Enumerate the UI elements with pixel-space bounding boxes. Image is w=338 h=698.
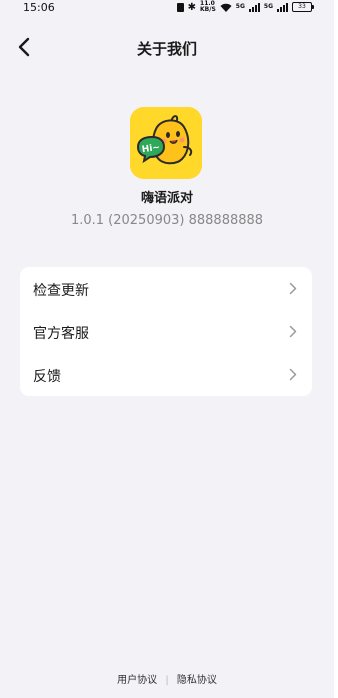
menu-item-label: 检查更新	[33, 283, 89, 299]
page-title: 关于我们	[136, 40, 197, 58]
about-us-screen: 15:06 ✱ 11.0 KB/S 5G 5G 33 关于我们 Hi~ 嗨语派对…	[0, 0, 334, 698]
status-icons: ✱ 11.0 KB/S 5G 5G 33	[176, 1, 314, 13]
wifi-icon	[220, 3, 232, 12]
signal-icon-2	[277, 2, 288, 12]
app-version: 1.0.1 (20250903) 888888888	[70, 213, 264, 228]
vibrate-icon	[176, 2, 184, 12]
privacy-policy-link[interactable]: 隐私协议	[177, 675, 217, 686]
footer-divider: |	[165, 675, 169, 686]
menu-item-label: 官方客服	[33, 326, 89, 342]
chevron-right-icon	[289, 368, 297, 381]
signal-label-2: 5G	[263, 3, 273, 10]
footer-links: 用户协议 | 隐私协议	[0, 671, 334, 686]
menu-item-check-update[interactable]: 检查更新	[20, 267, 312, 310]
status-time: 15:06	[23, 1, 55, 14]
network-speed-unit: KB/S	[200, 6, 216, 13]
settings-menu: 检查更新 官方客服 反馈	[20, 267, 312, 396]
battery-level: 33	[298, 3, 306, 10]
status-bar: 15:06 ✱ 11.0 KB/S 5G 5G 33	[0, 0, 334, 16]
user-agreement-link[interactable]: 用户协议	[117, 675, 157, 686]
battery-icon: 33	[292, 2, 314, 12]
app-logo: Hi~	[130, 107, 202, 179]
app-name: 嗨语派对	[140, 191, 193, 206]
chevron-right-icon	[289, 325, 297, 338]
signal-icon-1	[248, 2, 260, 12]
mascot-icon: Hi~	[130, 107, 202, 179]
menu-item-label: 反馈	[33, 369, 61, 385]
network-speed: 11.0 KB/S	[200, 1, 216, 13]
signal-label-1: 5G	[235, 3, 245, 10]
chevron-right-icon	[289, 282, 297, 295]
bluetooth-icon: ✱	[187, 1, 197, 13]
menu-item-customer-service[interactable]: 官方客服	[20, 310, 312, 353]
menu-item-feedback[interactable]: 反馈	[20, 353, 312, 396]
